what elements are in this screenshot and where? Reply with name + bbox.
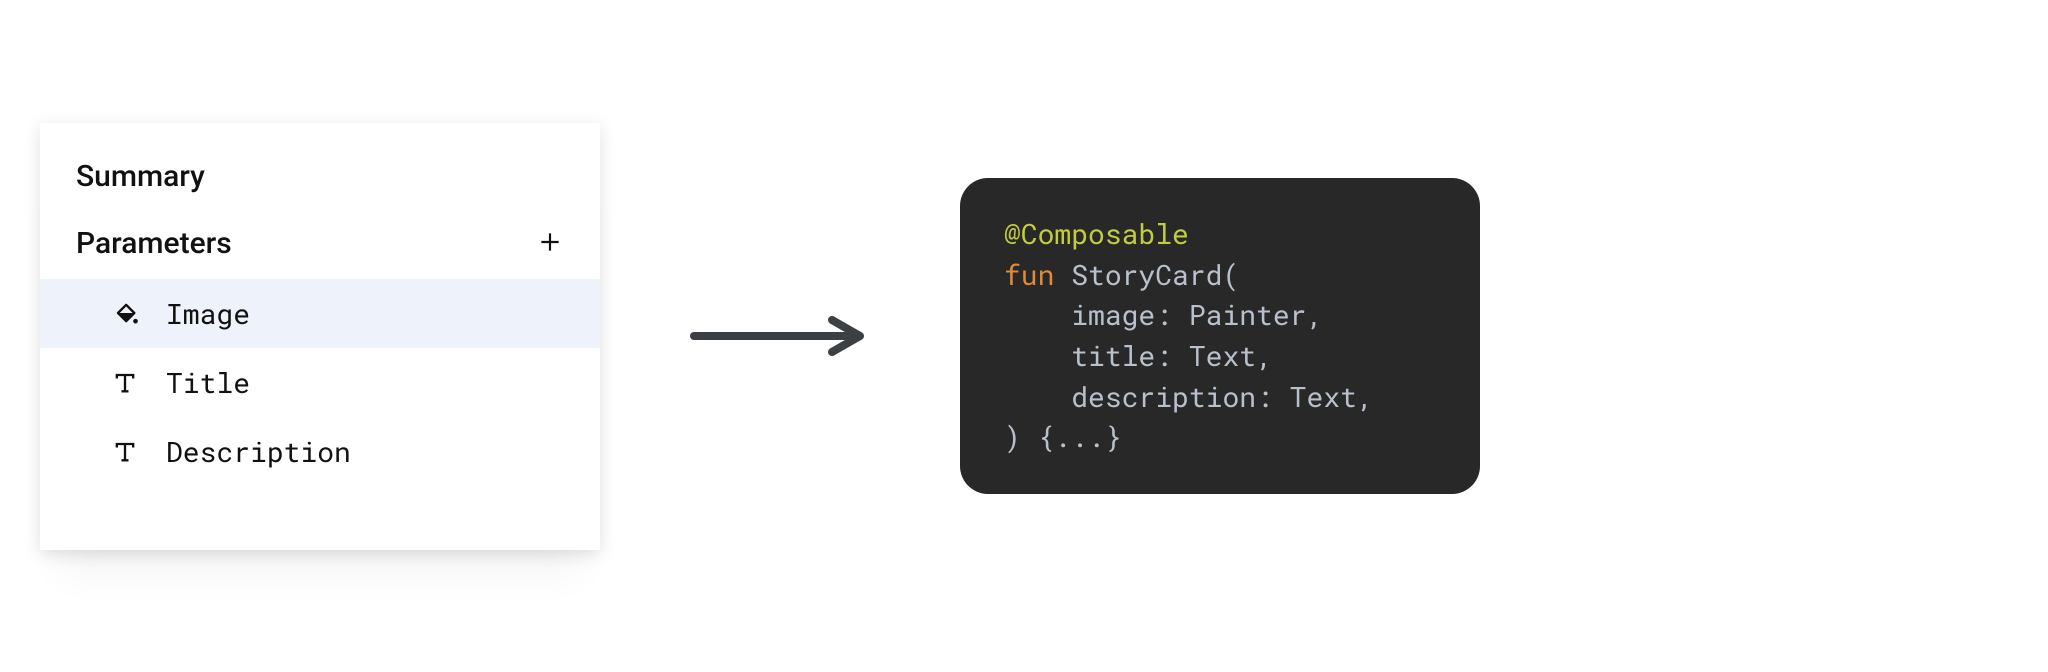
text-icon bbox=[110, 367, 140, 397]
param-type-token: Painter bbox=[1189, 296, 1307, 333]
parameter-item-label: Description bbox=[166, 433, 351, 470]
fill-icon bbox=[110, 298, 140, 328]
parameters-label: Parameters bbox=[76, 226, 232, 261]
code-line: ) {...} bbox=[1004, 417, 1436, 458]
body-placeholder-token: {...} bbox=[1038, 418, 1122, 455]
keyword-token: fun bbox=[1004, 256, 1054, 293]
parameter-item-label: Image bbox=[166, 295, 250, 332]
parameter-item-description[interactable]: Description bbox=[40, 417, 600, 486]
param-type-token: Text bbox=[1189, 337, 1256, 374]
param-name-token: title bbox=[1071, 337, 1155, 374]
code-line: fun StoryCard( bbox=[1004, 255, 1436, 296]
parameter-item-label: Title bbox=[166, 364, 250, 401]
code-line: title: Text, bbox=[1004, 336, 1436, 377]
param-name-token: image bbox=[1071, 296, 1155, 333]
add-parameter-button[interactable] bbox=[536, 229, 564, 257]
parameters-header: Parameters bbox=[40, 226, 600, 279]
parameter-list: Image Title Description bbox=[40, 279, 600, 486]
code-block: @Composable fun StoryCard( image: Painte… bbox=[960, 178, 1480, 494]
annotation-token: @Composable bbox=[1004, 215, 1189, 252]
param-type-token: Text bbox=[1290, 378, 1357, 415]
param-name-token: description bbox=[1071, 378, 1256, 415]
code-line: description: Text, bbox=[1004, 377, 1436, 418]
parameters-panel: Summary Parameters Image Title bbox=[40, 123, 600, 550]
plus-icon bbox=[537, 225, 563, 261]
text-icon bbox=[110, 436, 140, 466]
code-line: @Composable bbox=[1004, 214, 1436, 255]
arrow-icon bbox=[690, 306, 870, 366]
parameter-item-title[interactable]: Title bbox=[40, 348, 600, 417]
summary-heading: Summary bbox=[40, 159, 600, 226]
code-line: image: Painter, bbox=[1004, 295, 1436, 336]
parameter-item-image[interactable]: Image bbox=[40, 279, 600, 348]
identifier-token: StoryCard bbox=[1071, 256, 1222, 293]
